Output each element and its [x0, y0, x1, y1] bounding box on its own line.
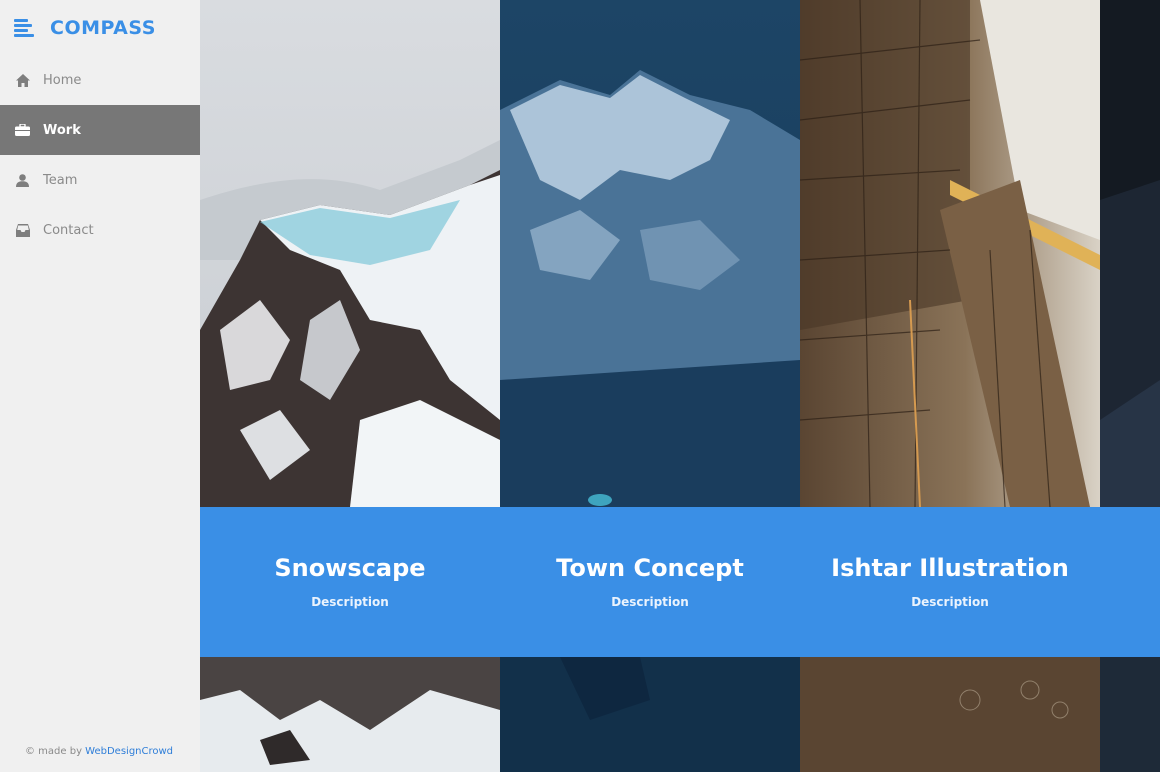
- card-description: Description: [911, 595, 989, 609]
- nav-item-label: Contact: [43, 222, 94, 238]
- credit-link[interactable]: WebDesignCrowd: [85, 746, 173, 757]
- work-card-town-concept[interactable]: Town Concept Description: [500, 507, 800, 657]
- credit-prefix: © made by: [25, 746, 86, 757]
- nav-item-work[interactable]: Work: [0, 105, 200, 155]
- nav-item-home[interactable]: Home: [0, 55, 200, 105]
- card-title: Ishtar Illustration: [831, 554, 1069, 582]
- work-card-snowscape[interactable]: Snowscape Description: [200, 507, 500, 657]
- nav-item-label: Team: [43, 172, 78, 188]
- card-description: Description: [311, 595, 389, 609]
- briefcase-icon: [15, 123, 30, 138]
- nav-item-team[interactable]: Team: [0, 155, 200, 205]
- card-title: Snowscape: [274, 554, 426, 582]
- credit-text: © made by WebDesignCrowd: [25, 746, 173, 757]
- inbox-icon: [15, 223, 30, 238]
- main-nav: Home Work Team Contact: [0, 55, 200, 255]
- nav-item-contact[interactable]: Contact: [0, 205, 200, 255]
- logo-link[interactable]: COMPASS: [14, 16, 156, 40]
- card-description: Description: [611, 595, 689, 609]
- card-title: Town Concept: [556, 554, 744, 582]
- work-card-ishtar-illustration[interactable]: Ishtar Illustration Description: [800, 507, 1100, 657]
- sidebar: COMPASS Home Work Team Contact © made by…: [0, 0, 200, 772]
- home-icon: [15, 73, 30, 88]
- menu-lines-icon: [14, 19, 36, 37]
- user-icon: [15, 173, 30, 188]
- nav-item-label: Home: [43, 72, 82, 88]
- nav-item-label: Work: [43, 122, 81, 138]
- logo-text: COMPASS: [50, 17, 156, 39]
- caption-band: Snowscape Description Town Concept Descr…: [200, 507, 1160, 657]
